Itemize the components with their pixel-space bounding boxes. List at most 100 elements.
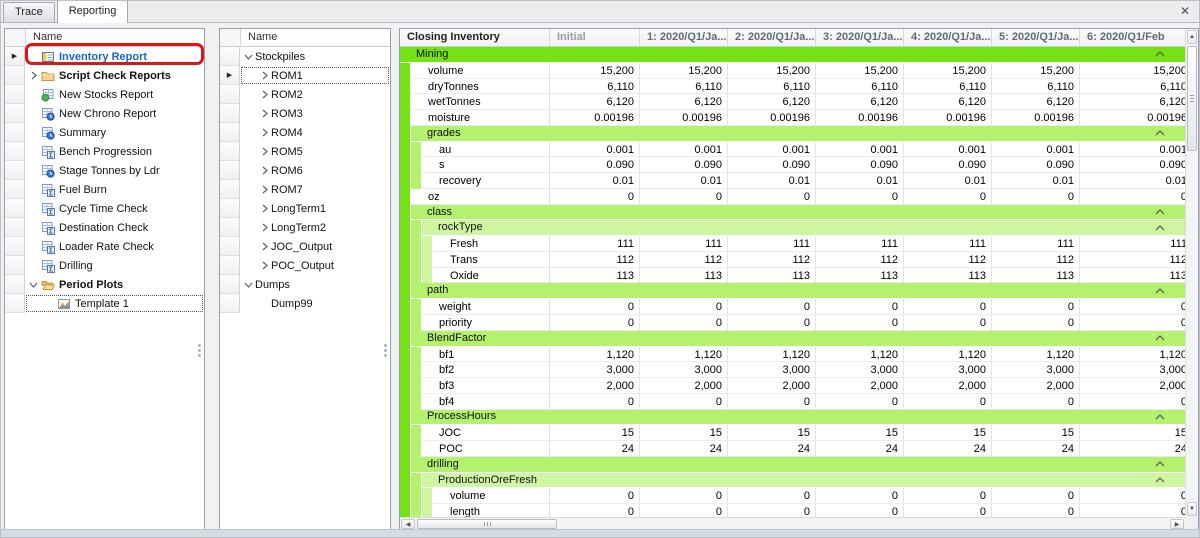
vertical-scrollbar[interactable]: ▲ ▼ bbox=[1185, 29, 1198, 517]
tree-node[interactable]: JOC_Output bbox=[240, 237, 390, 256]
value-cell[interactable]: 3,000 bbox=[550, 362, 640, 378]
location-item-rom4[interactable]: ROM4 bbox=[220, 123, 390, 142]
value-cell[interactable]: 111 bbox=[904, 236, 992, 252]
value-cell[interactable]: 0.001 bbox=[992, 142, 1080, 158]
value-cell[interactable]: 15 bbox=[550, 425, 640, 441]
expand-chevron-right-icon[interactable] bbox=[258, 242, 271, 251]
value-cell[interactable]: 0 bbox=[640, 189, 728, 205]
value-cell[interactable]: 0.01 bbox=[1080, 173, 1185, 189]
report-item-period-plots[interactable]: Period Plots bbox=[5, 275, 204, 294]
value-cell[interactable]: 15,200 bbox=[728, 63, 816, 79]
table-row-trans[interactable]: Trans112112112112112112112 bbox=[400, 252, 1185, 268]
value-cell[interactable]: 0 bbox=[550, 488, 640, 504]
value-cell[interactable]: 111 bbox=[1080, 236, 1185, 252]
collapse-caret-icon[interactable] bbox=[1155, 225, 1165, 231]
expand-chevron-right-icon[interactable] bbox=[258, 128, 271, 137]
location-item-rom7[interactable]: ROM7 bbox=[220, 180, 390, 199]
group-header-bar[interactable]: ProcessHours bbox=[411, 410, 1185, 426]
value-cell[interactable]: 1,120 bbox=[1080, 347, 1185, 363]
value-cell[interactable]: 0 bbox=[904, 488, 992, 504]
value-cell[interactable]: 2,000 bbox=[728, 378, 816, 394]
value-cell[interactable]: 6,110 bbox=[992, 79, 1080, 95]
value-cell[interactable]: 24 bbox=[816, 441, 904, 457]
value-cell[interactable]: 0 bbox=[992, 299, 1080, 315]
value-cell[interactable]: 0.090 bbox=[904, 157, 992, 173]
value-cell[interactable]: 113 bbox=[550, 268, 640, 284]
report-item-cycle-time-check[interactable]: ΣCycle Time Check bbox=[5, 199, 204, 218]
value-cell[interactable]: 6,110 bbox=[816, 79, 904, 95]
table-row-oz[interactable]: oz0000000 bbox=[400, 189, 1185, 205]
value-cell[interactable]: 0 bbox=[904, 315, 992, 331]
value-cell[interactable]: 6,120 bbox=[1080, 94, 1185, 110]
value-cell[interactable]: 0 bbox=[816, 189, 904, 205]
value-cell[interactable]: 15 bbox=[816, 425, 904, 441]
value-cell[interactable]: 15,200 bbox=[904, 63, 992, 79]
value-cell[interactable]: 3,000 bbox=[816, 362, 904, 378]
expand-chevron-right-icon[interactable] bbox=[27, 71, 40, 80]
scroll-up-icon[interactable]: ▲ bbox=[1187, 30, 1197, 44]
tree-node[interactable]: LongTerm2 bbox=[240, 218, 390, 237]
tree-node[interactable]: ΣLoader Rate Check bbox=[25, 237, 204, 256]
tree-node[interactable]: Summary bbox=[25, 123, 204, 142]
report-item-script-check-reports[interactable]: Script Check Reports bbox=[5, 66, 204, 85]
value-cell[interactable]: 0 bbox=[816, 299, 904, 315]
value-cell[interactable]: 6,120 bbox=[816, 94, 904, 110]
value-cell[interactable]: 24 bbox=[728, 441, 816, 457]
tree-node[interactable]: Dump99 bbox=[240, 294, 390, 313]
location-item-rom3[interactable]: ROM3 bbox=[220, 104, 390, 123]
tree-node[interactable]: ROM2 bbox=[240, 85, 390, 104]
value-cell[interactable]: 3,000 bbox=[728, 362, 816, 378]
location-item-rom6[interactable]: ROM6 bbox=[220, 161, 390, 180]
tree-node[interactable]: ROM3 bbox=[240, 104, 390, 123]
value-cell[interactable]: 6,120 bbox=[640, 94, 728, 110]
expand-chevron-right-icon[interactable] bbox=[258, 223, 271, 232]
value-cell[interactable]: 0 bbox=[1080, 315, 1185, 331]
table-row-bf1[interactable]: bf11,1201,1201,1201,1201,1201,1201,120 bbox=[400, 347, 1185, 363]
tree-node[interactable]: Template 1 bbox=[25, 294, 204, 313]
value-cell[interactable]: 0.01 bbox=[550, 173, 640, 189]
report-item-fuel-burn[interactable]: ΣFuel Burn bbox=[5, 180, 204, 199]
value-cell[interactable]: 15,200 bbox=[1080, 63, 1185, 79]
grid-column-header-1-2020-q1-ja[interactable]: 1: 2020/Q1/Ja... bbox=[640, 29, 728, 46]
value-cell[interactable]: 0.001 bbox=[904, 142, 992, 158]
table-row-wettonnes[interactable]: wetTonnes6,1206,1206,1206,1206,1206,1206… bbox=[400, 94, 1185, 110]
value-cell[interactable]: 0 bbox=[640, 504, 728, 517]
value-cell[interactable]: 113 bbox=[816, 268, 904, 284]
table-row-volume[interactable]: volume0000000 bbox=[400, 488, 1185, 504]
value-cell[interactable]: 0.090 bbox=[816, 157, 904, 173]
scroll-grip[interactable] bbox=[198, 344, 202, 357]
table-row-bf3[interactable]: bf32,0002,0002,0002,0002,0002,0002,000 bbox=[400, 378, 1185, 394]
collapse-chevron-down-icon[interactable] bbox=[242, 281, 255, 289]
collapse-caret-icon[interactable] bbox=[1155, 288, 1165, 294]
collapse-caret-icon[interactable] bbox=[1155, 477, 1165, 483]
tree-node[interactable]: POC_Output bbox=[240, 256, 390, 275]
value-cell[interactable]: 0 bbox=[728, 299, 816, 315]
value-cell[interactable]: 113 bbox=[728, 268, 816, 284]
value-cell[interactable]: 112 bbox=[1080, 252, 1185, 268]
collapse-caret-icon[interactable] bbox=[1155, 335, 1165, 341]
value-cell[interactable]: 1,120 bbox=[728, 347, 816, 363]
value-cell[interactable]: 112 bbox=[550, 252, 640, 268]
expand-chevron-right-icon[interactable] bbox=[258, 90, 271, 99]
value-cell[interactable]: 112 bbox=[640, 252, 728, 268]
tree-node[interactable]: ΣDrilling bbox=[25, 256, 204, 275]
collapse-caret-icon[interactable] bbox=[1155, 209, 1165, 215]
value-cell[interactable]: 1,120 bbox=[816, 347, 904, 363]
scroll-left-icon[interactable]: ◀ bbox=[401, 519, 415, 529]
value-cell[interactable]: 3,000 bbox=[904, 362, 992, 378]
value-cell[interactable]: 111 bbox=[640, 236, 728, 252]
value-cell[interactable]: 0 bbox=[816, 488, 904, 504]
value-cell[interactable]: 0 bbox=[992, 315, 1080, 331]
location-item-dumps[interactable]: Dumps bbox=[220, 275, 390, 294]
value-cell[interactable]: 0 bbox=[728, 394, 816, 410]
table-row-productionorefresh[interactable]: ProductionOreFresh bbox=[400, 473, 1185, 489]
table-row-fresh[interactable]: Fresh111111111111111111111 bbox=[400, 236, 1185, 252]
report-item-drilling[interactable]: ΣDrilling bbox=[5, 256, 204, 275]
tab-reporting[interactable]: Reporting bbox=[57, 0, 129, 23]
report-item-destination-check[interactable]: ΣDestination Check bbox=[5, 218, 204, 237]
collapse-caret-icon[interactable] bbox=[1155, 130, 1165, 136]
value-cell[interactable]: 0.01 bbox=[728, 173, 816, 189]
tree-node[interactable]: New Stocks Report bbox=[25, 85, 204, 104]
value-cell[interactable]: 0 bbox=[816, 315, 904, 331]
group-header-bar[interactable]: rockType bbox=[422, 220, 1185, 236]
